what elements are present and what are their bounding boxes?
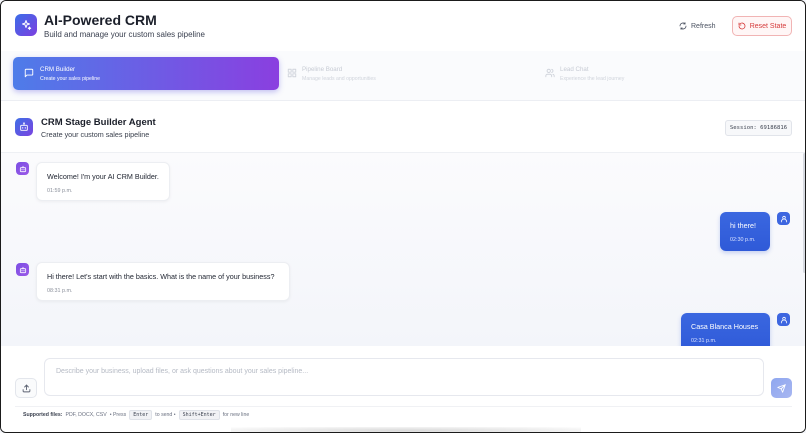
- bot-avatar-icon: [16, 263, 29, 276]
- message-time: 02:30 p.m.: [730, 237, 756, 243]
- tab-description: Create your sales pipeline: [40, 76, 100, 82]
- message-time: 08:31 p.m.: [47, 288, 73, 294]
- app-header: AI-Powered CRM Build and manage your cus…: [1, 1, 805, 51]
- grid-icon: [287, 68, 297, 78]
- refresh-label: Refresh: [691, 22, 716, 30]
- tab-label: Lead Chat: [560, 66, 589, 73]
- tab-description: Experience the lead journey: [560, 76, 625, 82]
- bot-icon: [15, 118, 33, 136]
- tab-pipeline-board[interactable]: Pipeline Board Manage leads and opportun…: [276, 57, 538, 90]
- agent-subtitle: Create your custom sales pipeline: [41, 130, 150, 139]
- reset-state-button[interactable]: Reset State: [732, 16, 792, 36]
- enter-key: Enter: [129, 409, 153, 420]
- hint-newline-text: for new line: [222, 411, 250, 418]
- send-button[interactable]: [771, 378, 792, 398]
- message-bubble-bot: Welcome! I'm your AI CRM Builder. 01:59 …: [36, 162, 170, 201]
- supported-file-types: PDF, DOCX, CSV: [65, 411, 107, 418]
- message-text: hi there!: [730, 221, 756, 230]
- upload-icon: [22, 384, 31, 393]
- tab-crm-builder[interactable]: CRM Builder Create your sales pipeline: [13, 57, 279, 90]
- send-icon: [777, 383, 786, 393]
- hint-send-text: to send •: [155, 411, 176, 418]
- refresh-icon: [679, 22, 687, 30]
- hint-separator: • Press: [109, 411, 127, 418]
- agent-header: CRM Stage Builder Agent Create your cust…: [1, 101, 805, 153]
- message-bubble-user: Casa Blanca Houses 02:31 p.m.: [681, 313, 770, 346]
- message-text: Casa Blanca Houses: [691, 322, 759, 331]
- app-subtitle: Build and manage your custom sales pipel…: [44, 30, 205, 39]
- message-square-icon: [24, 68, 34, 78]
- message-time: 02:31 p.m.: [691, 338, 717, 344]
- app-title: AI-Powered CRM: [44, 12, 157, 28]
- message-text: Welcome! I'm your AI CRM Builder.: [47, 172, 159, 181]
- agent-title: CRM Stage Builder Agent: [41, 117, 156, 128]
- sparkles-icon: [15, 14, 37, 36]
- message-input[interactable]: [44, 358, 764, 396]
- user-avatar-icon: [777, 313, 790, 326]
- input-hint: Supported files: PDF, DOCX, CSV • Press …: [15, 406, 792, 422]
- user-avatar-icon: [777, 212, 790, 225]
- upload-button[interactable]: [15, 378, 37, 398]
- message-time: 01:59 p.m.: [47, 188, 73, 194]
- tab-label: Pipeline Board: [302, 66, 343, 73]
- tab-label: CRM Builder: [40, 66, 76, 73]
- chat-messages[interactable]: Welcome! I'm your AI CRM Builder. 01:59 …: [1, 153, 805, 346]
- users-icon: [545, 68, 555, 78]
- refresh-button[interactable]: Refresh: [679, 17, 727, 35]
- tab-bar: CRM Builder Create your sales pipeline P…: [1, 51, 805, 101]
- composer: Supported files: PDF, DOCX, CSV • Press …: [1, 346, 805, 432]
- rotate-ccw-icon: [738, 22, 746, 30]
- session-badge: Session: 69186816: [725, 120, 792, 136]
- window-shadow: [231, 427, 581, 432]
- reset-state-label: Reset State: [749, 22, 787, 30]
- tab-description: Manage leads and opportunities: [302, 76, 376, 82]
- message-text: Hi there! Let's start with the basics. W…: [47, 272, 275, 281]
- message-bubble-user: hi there! 02:30 p.m.: [720, 212, 770, 251]
- shift-enter-key: Shift+Enter: [178, 409, 220, 420]
- app-window: AI-Powered CRM Build and manage your cus…: [0, 0, 806, 433]
- supported-files-label: Supported files:: [23, 411, 63, 418]
- bot-avatar-icon: [16, 162, 29, 175]
- message-bubble-bot: Hi there! Let's start with the basics. W…: [36, 262, 290, 301]
- tab-lead-chat[interactable]: Lead Chat Experience the lead journey: [534, 57, 792, 90]
